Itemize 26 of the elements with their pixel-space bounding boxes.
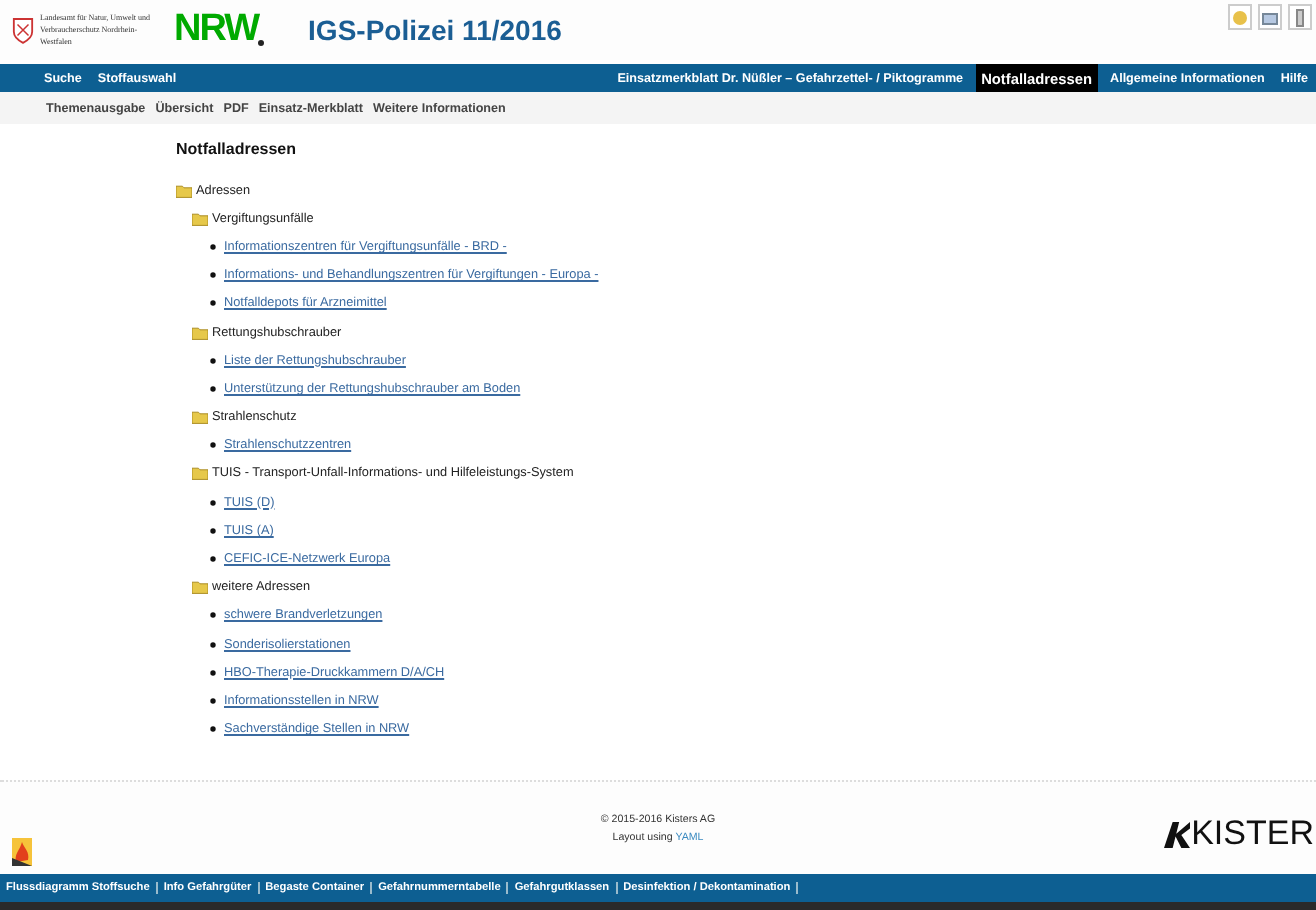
bullet-icon xyxy=(210,669,216,676)
folder-icon xyxy=(192,410,208,425)
app-title: IGS-Polizei 11/2016 xyxy=(308,14,562,46)
coat-of-arms-icon xyxy=(12,16,34,44)
bullet-icon xyxy=(210,527,216,534)
folder-icon xyxy=(192,466,208,481)
company-logo-text: KISTER xyxy=(1191,814,1314,854)
k-logo-icon xyxy=(1163,821,1190,847)
bullet-icon xyxy=(210,243,216,250)
bullet-icon xyxy=(210,499,216,506)
bullet-icon xyxy=(210,697,216,704)
dot-icon xyxy=(258,39,265,45)
bullet-icon xyxy=(210,357,216,364)
bullet-icon xyxy=(210,556,216,563)
nrw-logo: NRW xyxy=(174,8,259,52)
flame-logo-icon xyxy=(12,838,32,866)
bullet-icon xyxy=(210,300,216,307)
folder-icon xyxy=(192,580,208,595)
page-heading: Notfalladressen xyxy=(176,140,299,158)
folder-icon xyxy=(192,325,208,340)
bullet-icon xyxy=(210,385,216,392)
bullet-icon xyxy=(210,726,216,733)
bullet-icon xyxy=(210,641,216,648)
bullet-icon xyxy=(210,272,216,279)
bullet-icon xyxy=(210,612,216,619)
bullet-icon xyxy=(210,442,216,449)
